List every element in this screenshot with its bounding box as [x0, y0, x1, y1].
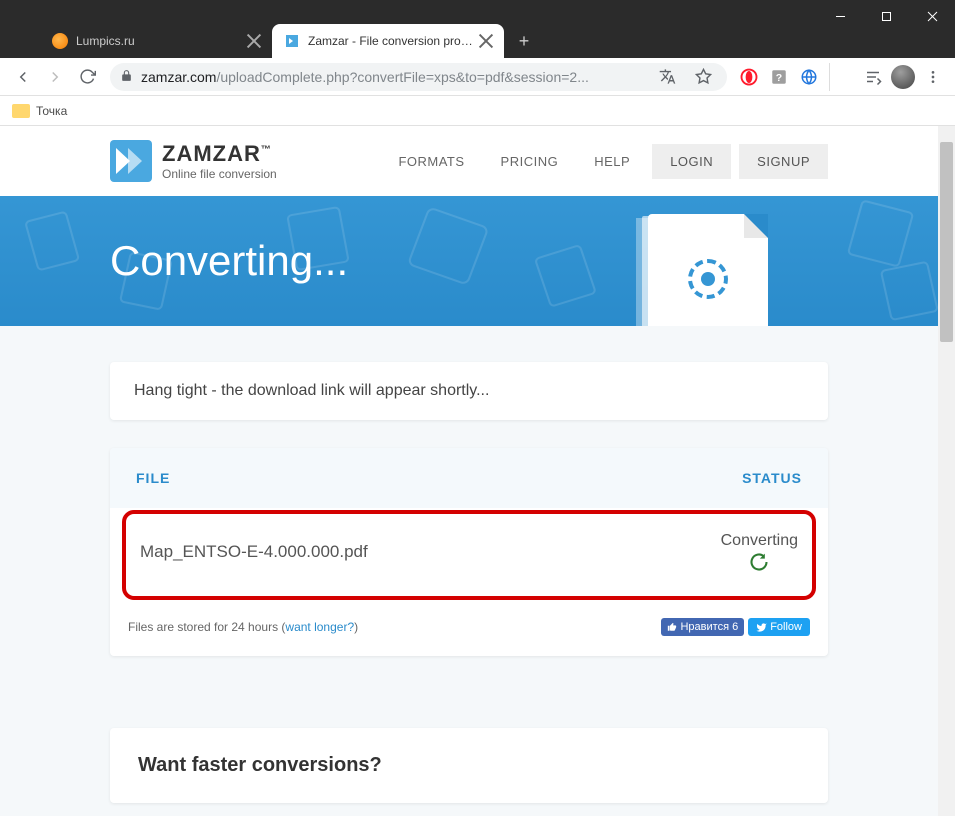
file-table-header: FILE STATUS — [110, 448, 828, 508]
favicon-icon — [52, 33, 68, 49]
tab-close-button[interactable] — [246, 33, 262, 49]
profile-avatar[interactable] — [889, 63, 917, 91]
folder-icon — [12, 104, 30, 118]
url-text: zamzar.com/uploadComplete.php?convertFil… — [141, 69, 645, 85]
gear-icon — [688, 259, 728, 299]
extension-help-icon[interactable]: ? — [765, 63, 793, 91]
new-tab-button[interactable]: + — [510, 27, 538, 55]
site-nav: FORMATS PRICING HELP LOGIN SIGNUP — [384, 144, 828, 179]
status-text: Converting — [721, 532, 798, 550]
back-button[interactable] — [8, 62, 38, 92]
viewport: ZAMZAR™ Online file conversion FORMATS P… — [0, 126, 955, 816]
minimize-button[interactable] — [817, 0, 863, 32]
maximize-button[interactable] — [863, 0, 909, 32]
file-row: Map_ENTSO-E-4.000.000.pdf Converting — [122, 510, 816, 600]
promo-title: Want faster conversions? — [138, 754, 800, 777]
want-longer-link[interactable]: want longer? — [285, 620, 354, 634]
spinner-icon — [749, 552, 769, 572]
address-bar[interactable]: zamzar.com/uploadComplete.php?convertFil… — [110, 63, 727, 91]
nav-formats[interactable]: FORMATS — [384, 146, 478, 177]
facebook-like-button[interactable]: Нравится 6 — [661, 618, 744, 636]
tab-label: Lumpics.ru — [76, 34, 242, 48]
lock-icon — [120, 69, 133, 85]
browser-titlebar: Lumpics.ru Zamzar - File conversion prog… — [0, 0, 955, 58]
banner: Converting... — [0, 196, 938, 326]
site-header: ZAMZAR™ Online file conversion FORMATS P… — [0, 126, 938, 196]
document-icon — [648, 214, 768, 326]
scrollbar[interactable] — [938, 126, 955, 816]
file-footer: Files are stored for 24 hours (want long… — [110, 602, 828, 656]
nav-signup[interactable]: SIGNUP — [739, 144, 828, 179]
translate-icon[interactable] — [653, 63, 681, 91]
tab-zamzar[interactable]: Zamzar - File conversion progress — [272, 24, 504, 58]
banner-title: Converting... — [110, 237, 348, 285]
nav-pricing[interactable]: PRICING — [487, 146, 573, 177]
opera-icon[interactable] — [735, 63, 763, 91]
star-icon[interactable] — [689, 63, 717, 91]
menu-icon[interactable] — [919, 63, 947, 91]
file-name: Map_ENTSO-E-4.000.000.pdf — [140, 542, 721, 562]
tab-lumpics[interactable]: Lumpics.ru — [40, 24, 272, 58]
file-card: FILE STATUS Map_ENTSO-E-4.000.000.pdf Co… — [110, 448, 828, 656]
nav-help[interactable]: HELP — [580, 146, 644, 177]
brand-tagline: Online file conversion — [162, 167, 277, 181]
window-controls — [817, 0, 955, 32]
nav-login[interactable]: LOGIN — [652, 144, 731, 179]
logo[interactable]: ZAMZAR™ Online file conversion — [110, 140, 277, 182]
reload-button[interactable] — [72, 62, 102, 92]
bookmark-item[interactable]: Точка — [36, 104, 67, 118]
storage-note: Files are stored for 24 hours (want long… — [128, 620, 358, 634]
brand-name: ZAMZAR™ — [162, 141, 277, 167]
logo-icon — [110, 140, 152, 182]
globe-icon[interactable] — [795, 63, 823, 91]
tab-label: Zamzar - File conversion progress — [308, 34, 474, 48]
svg-text:?: ? — [776, 71, 782, 83]
col-status-label: STATUS — [742, 470, 802, 486]
promo-box: Want faster conversions? — [110, 728, 828, 803]
close-window-button[interactable] — [909, 0, 955, 32]
social-buttons: Нравится 6 Follow — [661, 618, 810, 636]
browser-toolbar: zamzar.com/uploadComplete.php?convertFil… — [0, 58, 955, 96]
scrollbar-thumb[interactable] — [940, 142, 953, 342]
info-message: Hang tight - the download link will appe… — [110, 362, 828, 420]
divider — [829, 63, 857, 91]
page-content: ZAMZAR™ Online file conversion FORMATS P… — [0, 126, 938, 816]
tab-close-button[interactable] — [478, 33, 494, 49]
bookmarks-bar: Точка — [0, 96, 955, 126]
col-file-label: FILE — [136, 470, 742, 486]
twitter-follow-button[interactable]: Follow — [748, 618, 810, 636]
file-status: Converting — [721, 532, 798, 572]
favicon-icon — [284, 33, 300, 49]
reading-list-icon[interactable] — [859, 63, 887, 91]
forward-button[interactable] — [40, 62, 70, 92]
